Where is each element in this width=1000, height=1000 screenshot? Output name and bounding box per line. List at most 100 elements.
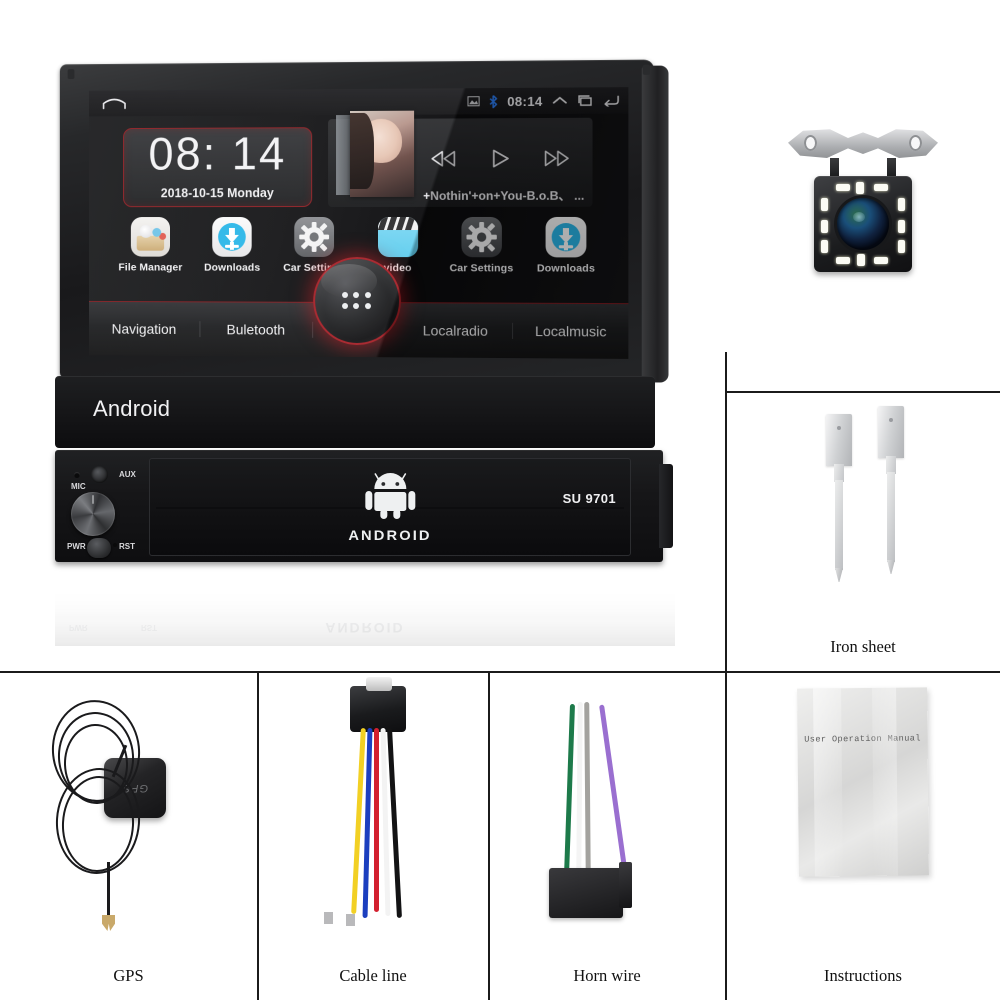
surface-reflection: ANDROID PWR RST [55,576,675,646]
horn-wire-connector-tab [619,862,632,908]
bracket-hole-right [909,135,922,151]
clock-widget[interactable]: 08: 14 2018-10-15 Monday [123,127,313,208]
reflection-reset-label: RST [141,623,157,632]
wire-bare-end-1 [324,912,333,924]
aux-jack[interactable] [91,466,108,483]
chassis-side-rail [659,464,673,548]
app-grid-home-button[interactable] [313,256,402,346]
cable-connector-housing [350,686,406,732]
clock-date: 2018-10-15 Monday [160,186,274,201]
head-unit: 08:14 08: 14 2018-10-15 Monday +Nothin'+… [55,59,675,572]
home-icon[interactable] [102,96,127,109]
recents-icon[interactable] [577,94,593,106]
screen-shell: 08:14 08: 14 2018-10-15 Monday +Nothin'+… [59,59,669,383]
reflection-logo-text: ANDROID [325,620,405,636]
model-number: SU 9701 [562,491,616,506]
cable-line-image [258,672,488,954]
download-icon [545,216,587,258]
nav-item-navigation[interactable]: Navigation [88,320,201,338]
gps-antenna-image: GPS [0,672,257,954]
download-icon [212,217,252,257]
media-player-widget[interactable]: +Nothin'+on+You-B.o.B、 ... [328,110,593,208]
android-logo-text: ANDROID [348,527,432,543]
app-label: Downloads [536,262,595,275]
file-manager-icon [130,217,170,257]
nav-item-localmusic[interactable]: Localmusic [513,323,628,340]
wire-purple [599,704,628,876]
unit-chassis: MIC AUX PWR RST ANDROID SU 9701 [55,450,673,562]
status-bar-clock: 08:14 [507,93,543,109]
reset-label: RST [119,542,135,551]
app-car-settings-2[interactable]: Car Settings [444,216,519,292]
volume-knob[interactable] [71,492,115,536]
app-label: Downloads [204,261,261,274]
media-track-title: +Nothin'+on+You-B.o.B、 ... [423,188,585,203]
gps-connector-tip [102,915,115,931]
nav-item-localradio[interactable]: Localradio [398,322,514,339]
wire-red [374,728,379,912]
gps-caption: GPS [113,966,144,985]
accessory-cell-cable-line: Cable line [258,672,488,1000]
accessory-cell-instructions: User Operation Manual Instructions [726,672,1000,1000]
back-icon[interactable] [603,94,620,106]
app-file-manager[interactable]: File Manager [114,217,186,290]
instructions-caption: Instructions [824,966,902,985]
reset-pinhole[interactable] [113,543,117,547]
screen-shell-right-edge [641,65,669,383]
mic-label: MIC [71,482,86,491]
mic-hole [74,472,80,478]
clapperboard-icon [377,216,418,258]
aux-label: AUX [119,470,136,479]
status-bar-right-group: 08:14 [468,87,620,114]
cable-line-caption: Cable line [339,966,407,985]
media-transport-controls [414,140,586,177]
android-robot-icon [365,473,415,519]
clock-time: 08: 14 [148,127,287,180]
reflection-power-label: PWR [69,623,88,632]
gear-icon [461,216,502,258]
wire-green [564,703,575,877]
nav-item-bluetooth[interactable]: Buletooth [200,321,313,338]
horn-wire-caption: Horn wire [573,966,641,985]
accessory-cell-gps: GPS GPS [0,672,257,1000]
app-downloads-2[interactable]: Downloads [528,216,603,292]
wire-grey [584,701,591,879]
manual-image: User Operation Manual [726,672,1000,954]
head-unit-photo: 08:14 08: 14 2018-10-15 Monday +Nothin'+… [0,0,726,671]
camera-lens [837,198,889,250]
android-logo-group: ANDROID [348,473,432,543]
bluetooth-icon [489,95,498,108]
brand-faceplate: Android [55,376,655,448]
shell-nub-right [642,64,650,75]
iron-sheet-caption: Iron sheet [830,637,896,656]
accessory-cell-iron-sheet: Iron sheet [726,392,1000,671]
horn-wire-image [489,672,725,954]
wire-white [576,701,583,879]
bracket-hole-left [804,135,817,151]
play-icon[interactable] [489,147,511,169]
power-button[interactable] [87,538,111,558]
lcd-screen[interactable]: 08:14 08: 14 2018-10-15 Monday +Nothin'+… [88,87,629,359]
gear-icon [294,217,335,257]
accessory-cell-horn-wire: Horn wire [489,672,725,1000]
power-label: PWR [67,542,86,551]
app-label: File Manager [118,261,183,274]
album-art [350,110,415,198]
disc-slot-panel: ANDROID SU 9701 [149,458,631,556]
camera-body [814,176,912,272]
prev-icon[interactable] [430,150,458,168]
app-downloads-1[interactable]: Downloads [196,217,269,291]
gps-cable-tail [107,862,110,918]
shell-nub-left [67,69,75,80]
manual-cover-title: User Operation Manual [804,733,921,745]
wire-bare-end-2 [346,914,355,926]
front-control-panel: MIC AUX PWR RST [67,458,145,558]
next-icon[interactable] [542,149,571,167]
screenshot-icon [468,96,480,106]
horn-wire-connector [549,868,623,918]
product-collage: 08:14 08: 14 2018-10-15 Monday +Nothin'+… [0,0,1000,1000]
app-grid-icon [342,291,372,310]
manual-cover: User Operation Manual [797,687,929,877]
app-label: Car Settings [449,262,514,275]
chevron-up-icon[interactable] [552,95,568,106]
